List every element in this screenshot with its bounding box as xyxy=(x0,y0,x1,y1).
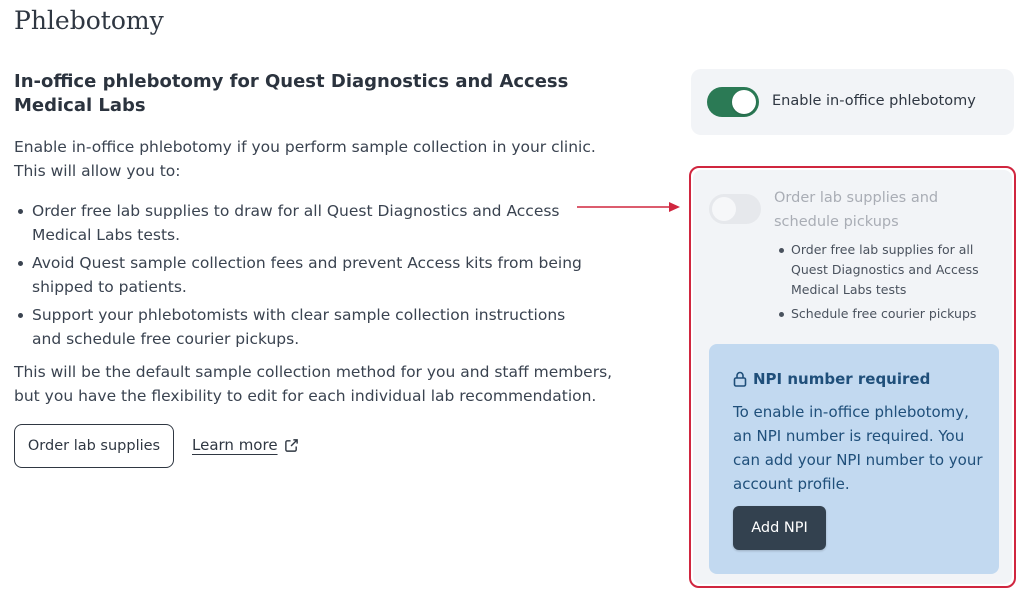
list-item: Schedule free courier pickups xyxy=(775,304,995,324)
supplies-benefits-list: Order free lab supplies for all Quest Di… xyxy=(775,240,995,328)
npi-notice-title: NPI number required xyxy=(733,370,930,388)
page-title: Phlebotomy xyxy=(14,6,164,35)
enable-phlebotomy-label: Enable in-office phlebotomy xyxy=(772,93,976,109)
list-item: Support your phlebotomists with clear sa… xyxy=(14,303,594,351)
npi-required-notice: NPI number required To enable in-office … xyxy=(709,344,999,574)
learn-more-link[interactable]: Learn more xyxy=(192,436,299,454)
lock-icon xyxy=(733,371,747,387)
list-item: Avoid Quest sample collection fees and p… xyxy=(14,251,594,299)
enable-phlebotomy-toggle[interactable] xyxy=(707,87,759,117)
list-item: Order free lab supplies for all Quest Di… xyxy=(775,240,995,300)
lab-supplies-card: Order lab supplies and schedule pickups … xyxy=(693,170,1012,584)
order-lab-supplies-button[interactable]: Order lab supplies xyxy=(14,424,174,468)
learn-more-label: Learn more xyxy=(192,436,278,454)
external-link-icon xyxy=(284,438,298,452)
intro-text: Enable in-office phlebotomy if you perfo… xyxy=(14,138,596,180)
add-npi-button[interactable]: Add NPI xyxy=(733,506,826,550)
arrow-right-icon xyxy=(577,202,680,212)
highlighted-region: Order lab supplies and schedule pickups … xyxy=(689,166,1016,588)
toggle-knob xyxy=(732,90,756,114)
order-supplies-toggle[interactable] xyxy=(709,194,761,224)
benefits-list: Order free lab supplies to draw for all … xyxy=(14,199,594,355)
order-supplies-label: Order lab supplies and schedule pickups xyxy=(774,190,939,230)
section-title: In-office phlebotomy for Quest Diagnosti… xyxy=(14,71,569,116)
npi-notice-title-text: NPI number required xyxy=(753,370,931,388)
list-item: Order free lab supplies to draw for all … xyxy=(14,199,594,247)
toggle-knob xyxy=(712,197,736,221)
default-note: This will be the default sample collecti… xyxy=(14,363,613,405)
npi-notice-text: To enable in-office phlebotomy, an NPI n… xyxy=(733,403,983,493)
enable-phlebotomy-card: Enable in-office phlebotomy xyxy=(691,69,1014,135)
